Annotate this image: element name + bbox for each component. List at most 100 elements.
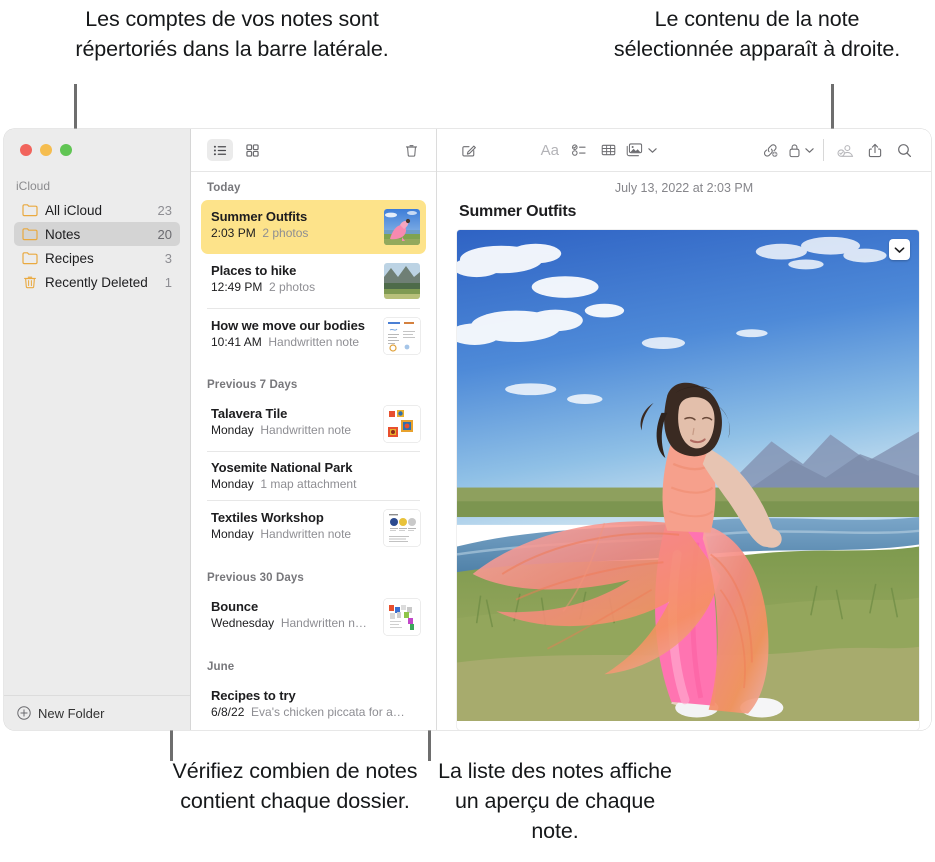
- note-list-item-yosemite-national-park[interactable]: Yosemite National Park Monday 1 map atta…: [201, 451, 426, 500]
- note-title: Yosemite National Park: [211, 460, 420, 475]
- gallery-view-icon[interactable]: [239, 139, 265, 161]
- callout-top-left: Les comptes de vos notes sont répertorié…: [72, 4, 392, 64]
- share-icon[interactable]: [860, 138, 890, 162]
- note-list-item-textiles-workshop[interactable]: Textiles Workshop Monday Handwritten not…: [201, 501, 426, 555]
- sidebar-item-count: 3: [165, 251, 172, 266]
- note-meta: 12:49 PM 2 photos: [211, 280, 376, 294]
- note-preview: 1 map attachment: [260, 477, 356, 491]
- attachment-chevron-button[interactable]: [889, 239, 910, 260]
- note-time: 6/8/22: [211, 705, 244, 719]
- notes-list-body[interactable]: Today Summer Outfits 2:03 PM 2 photos: [191, 172, 436, 730]
- note-text: Talavera Tile Monday Handwritten note: [211, 405, 376, 437]
- sidebar-item-recipes[interactable]: Recipes 3: [14, 246, 180, 270]
- folder-icon: [22, 203, 38, 217]
- note-list-item-talavera-tile[interactable]: Talavera Tile Monday Handwritten note: [201, 397, 426, 451]
- chevron-down-icon[interactable]: [803, 147, 816, 154]
- checklist-icon[interactable]: [565, 138, 595, 162]
- new-folder-label: New Folder: [38, 706, 104, 721]
- note-list-item-bounce[interactable]: Bounce Wednesday Handwritten n…: [201, 590, 426, 644]
- notes-list-toolbar: [191, 129, 436, 172]
- chevron-down-icon[interactable]: [646, 147, 658, 154]
- sidebar-item-all-icloud[interactable]: All iCloud 23: [14, 198, 180, 222]
- note-thumbnail-photo-woman-pink-dress: [384, 209, 420, 245]
- new-folder-button[interactable]: New Folder: [4, 695, 190, 730]
- note-date: July 13, 2022 at 2:03 PM: [437, 172, 931, 195]
- note-meta: 6/8/22 Eva's chicken piccata for a…: [211, 705, 420, 719]
- callout-top-right: Le contenu de la note sélectionnée appar…: [592, 4, 922, 64]
- note-preview: Eva's chicken piccata for a…: [251, 705, 405, 719]
- add-collaborator-icon[interactable]: [830, 138, 860, 162]
- note-thumbnail-doc-handwritten-blue: [384, 318, 420, 354]
- note-meta: Monday Handwritten note: [211, 527, 376, 541]
- chevron-down-icon: [894, 246, 905, 254]
- note-title: Bounce: [211, 599, 376, 614]
- note-thumbnail-doc-bounce-letters: [384, 599, 420, 635]
- sidebar-item-count: 1: [165, 275, 172, 290]
- list-view-icon[interactable]: [207, 139, 233, 161]
- sidebar-item-label: All iCloud: [45, 203, 151, 218]
- note-time: 2:03 PM: [211, 226, 256, 240]
- note-photo-image: [457, 230, 919, 721]
- note-title: Recipes to try: [211, 688, 420, 703]
- note-detail-title: Summer Outfits: [437, 195, 931, 221]
- note-title: Places to hike: [211, 263, 376, 278]
- folder-icon: [22, 251, 38, 265]
- media-icon[interactable]: [624, 138, 647, 162]
- note-preview: Handwritten note: [268, 335, 359, 349]
- format-text-icon[interactable]: Aa: [535, 138, 565, 162]
- note-meta: 10:41 AM Handwritten note: [211, 335, 376, 349]
- note-list-item-places-to-hike[interactable]: Places to hike 12:49 PM 2 photos: [201, 254, 426, 308]
- notes-group-header: Previous 30 Days: [191, 555, 436, 590]
- notes-group-header: Today: [191, 172, 436, 200]
- maximize-button[interactable]: [60, 144, 72, 156]
- note-preview: Handwritten note: [260, 527, 351, 541]
- sidebar-spacer: [4, 294, 190, 695]
- close-button[interactable]: [20, 144, 32, 156]
- note-time: Monday: [211, 423, 254, 437]
- sidebar-item-notes[interactable]: Notes 20: [14, 222, 180, 246]
- note-list-item-summer-outfits[interactable]: Summer Outfits 2:03 PM 2 photos: [201, 200, 426, 254]
- add-link-icon[interactable]: [756, 138, 786, 162]
- sidebar-item-recently-deleted[interactable]: Recently Deleted 1: [14, 270, 180, 294]
- note-preview: 2 photos: [262, 226, 308, 240]
- note-time: Monday: [211, 527, 254, 541]
- note-list-item-recipes-to-try[interactable]: Recipes to try 6/8/22 Eva's chicken picc…: [201, 679, 426, 728]
- note-text: Summer Outfits 2:03 PM 2 photos: [211, 208, 376, 240]
- sidebar-item-label: Recently Deleted: [45, 275, 158, 290]
- note-thumbnail-photo-mountain-meadow: [384, 263, 420, 299]
- window-traffic-lights: [4, 129, 190, 156]
- notes-app-window: iCloud All iCloud 23 Notes 20 Recipes 3: [4, 129, 931, 730]
- note-title: Talavera Tile: [211, 406, 376, 421]
- lock-icon[interactable]: [785, 138, 802, 162]
- note-meta: 2:03 PM 2 photos: [211, 226, 376, 240]
- callout-bottom-right: La liste des notes affiche un aperçu de …: [430, 756, 680, 846]
- folder-icon: [22, 227, 38, 241]
- note-detail-toolbar: Aa: [437, 129, 931, 172]
- note-list-item-how-we-move-our-bodies[interactable]: How we move our bodies 10:41 AM Handwrit…: [201, 309, 426, 363]
- search-icon[interactable]: [889, 138, 919, 162]
- table-icon[interactable]: [594, 138, 624, 162]
- trash-icon[interactable]: [398, 139, 424, 161]
- note-text: Bounce Wednesday Handwritten n…: [211, 598, 376, 630]
- notes-group-header: June: [191, 644, 436, 679]
- note-photo-attachment[interactable]: [457, 230, 919, 730]
- note-meta: Monday 1 map attachment: [211, 477, 420, 491]
- note-text: How we move our bodies 10:41 AM Handwrit…: [211, 317, 376, 349]
- note-text: Yosemite National Park Monday 1 map atta…: [211, 459, 420, 491]
- plus-circle-icon: [17, 706, 31, 720]
- note-time: 12:49 PM: [211, 280, 262, 294]
- sidebar-item-label: Recipes: [45, 251, 158, 266]
- notes-group-header: Previous 7 Days: [191, 363, 436, 397]
- minimize-button[interactable]: [40, 144, 52, 156]
- note-preview: Handwritten n…: [281, 616, 367, 630]
- note-time: Wednesday: [211, 616, 274, 630]
- sidebar-item-label: Notes: [45, 227, 151, 242]
- note-title: Textiles Workshop: [211, 510, 376, 525]
- note-thumbnail-doc-textiles-dots: [384, 510, 420, 546]
- compose-note-icon[interactable]: [455, 138, 481, 162]
- note-text: Recipes to try 6/8/22 Eva's chicken picc…: [211, 687, 420, 719]
- trash-icon: [22, 275, 38, 289]
- note-meta: Monday Handwritten note: [211, 423, 376, 437]
- sidebar-item-count: 23: [158, 203, 172, 218]
- note-meta: Wednesday Handwritten n…: [211, 616, 376, 630]
